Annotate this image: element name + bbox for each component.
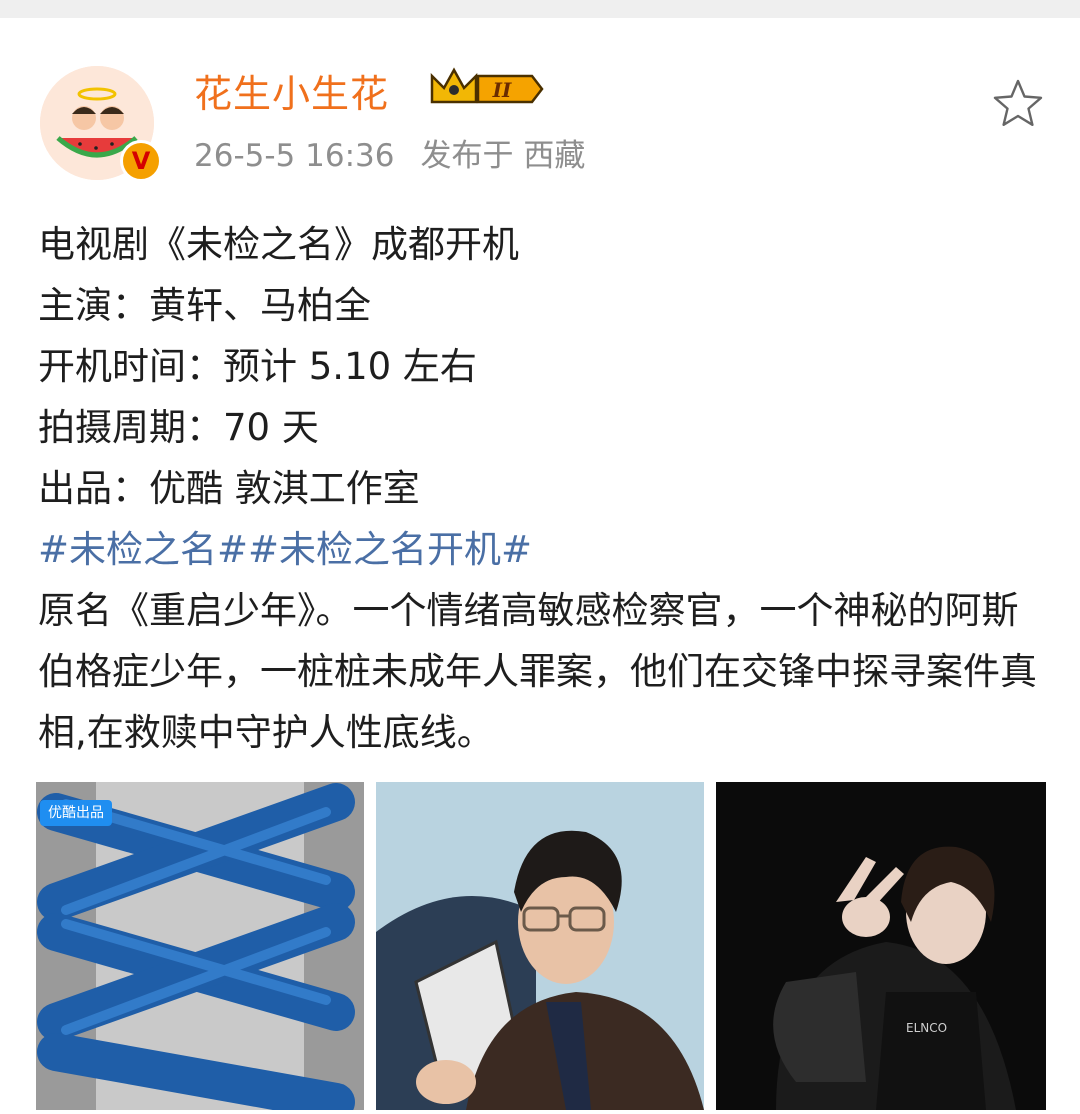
content-line: 主演：黄轩、马柏全 — [38, 284, 371, 327]
photo-poster[interactable]: 优酷出品 — [36, 782, 364, 1110]
post-content: 电视剧《未检之名》成都开机 主演：黄轩、马柏全 开机时间：预计 5.10 左右 … — [38, 214, 1048, 763]
photo-actor-1[interactable] — [376, 782, 704, 1110]
content-line: 拍摄周期：70 天 — [38, 406, 319, 449]
weibo-post-card: V 花生小生花 II 26-5-5 16:36 发布于 西藏 电视剧《未检之名》成… — [0, 18, 1080, 1114]
photo-actor-2[interactable]: ELNCO — [716, 782, 1046, 1110]
content-line: 电视剧《未检之名》成都开机 — [38, 223, 519, 266]
youku-tag: 优酷出品 — [40, 800, 112, 826]
post-description: 原名《重启少年》。一个情绪高敏感检察官，一个神秘的阿斯伯格症少年，一桩桩未成年人… — [38, 589, 1037, 754]
post-meta: 26-5-5 16:36 发布于 西藏 — [194, 134, 585, 178]
content-line: 出品：优酷 敦淇工作室 — [38, 467, 420, 510]
status-strip — [0, 0, 1080, 18]
post-time: 26-5-5 16:36 — [194, 138, 395, 174]
content-line: 开机时间：预计 5.10 左右 — [38, 345, 477, 388]
hashtag-line: #未检之名##未检之名开机# — [38, 519, 1048, 580]
level-badge: II — [492, 78, 512, 102]
verified-icon: V — [120, 140, 162, 182]
photo-grid: 优酷出品 ELNCO — [36, 782, 1046, 1112]
post-location: 发布于 西藏 — [420, 138, 586, 174]
crown-icon[interactable]: II — [428, 66, 546, 112]
username[interactable]: 花生小生花 — [194, 70, 389, 118]
svg-text:ELNCO: ELNCO — [906, 1021, 947, 1035]
hashtag-link[interactable]: #未检之名# — [38, 528, 248, 571]
hashtag-link[interactable]: #未检之名开机# — [248, 528, 532, 571]
star-icon[interactable] — [990, 76, 1046, 132]
